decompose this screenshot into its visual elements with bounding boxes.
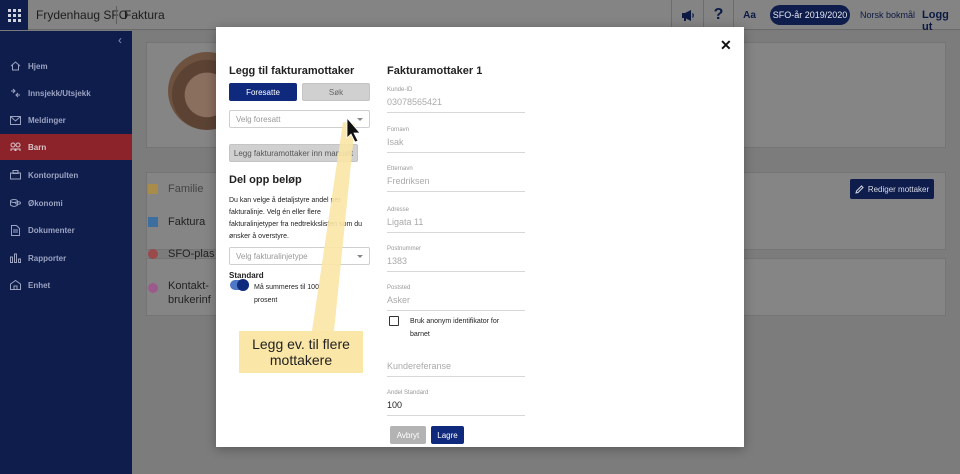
- sidebar-item-dokumenter[interactable]: Dokumenter: [0, 217, 132, 243]
- standard-toggle[interactable]: [230, 279, 249, 291]
- app-grid-button[interactable]: [0, 0, 28, 30]
- row-sfo-plass[interactable]: SFO-plas: [148, 238, 218, 270]
- sidebar-item-label: Dokumenter: [28, 225, 75, 235]
- close-icon[interactable]: ✕: [720, 37, 732, 54]
- customer-id-field[interactable]: 03078565421: [387, 97, 525, 113]
- megaphone-icon: [681, 9, 694, 21]
- mail-icon: [9, 114, 21, 126]
- guardian-select[interactable]: Velg foresatt: [229, 110, 370, 128]
- city-label: Poststed: [387, 285, 411, 291]
- row-familie[interactable]: Familie: [148, 173, 218, 205]
- customer-reference-input[interactable]: Kundereferanse: [387, 361, 525, 377]
- sidebar-item-hjem[interactable]: Hjem: [0, 53, 132, 79]
- sidebar-item-meldinger[interactable]: Meldinger: [0, 107, 132, 133]
- recipient-title: Fakturamottaker 1: [387, 65, 483, 77]
- invoice-icon: [148, 217, 158, 227]
- sidebar-item-label: Innsjekk/Utsjekk: [28, 88, 91, 98]
- language-selector[interactable]: Norsk bokmål: [860, 10, 915, 20]
- page-title: Faktura: [124, 8, 165, 22]
- document-icon: [9, 224, 21, 236]
- checkin-icon: [9, 87, 21, 99]
- sidebar-item-label: Enhet: [28, 280, 51, 290]
- title-divider: [116, 6, 117, 24]
- app-title: Frydenhaug SFO: [36, 8, 129, 22]
- report-icon: [9, 252, 21, 264]
- first-name-field[interactable]: Isak: [387, 137, 525, 153]
- sidebar-item-label: Barn: [28, 142, 47, 152]
- invoice-line-type-select[interactable]: Velg fakturalinjetype: [229, 247, 370, 265]
- last-name-label: Etternavn: [387, 166, 413, 172]
- font-size-button[interactable]: Aa: [733, 0, 765, 30]
- share-field[interactable]: 100: [387, 400, 525, 416]
- tab-search[interactable]: Søk: [302, 83, 370, 101]
- sidebar-item-innsjekk[interactable]: Innsjekk/Utsjekk: [0, 80, 132, 106]
- grid-icon: [7, 8, 21, 22]
- chevron-down-icon: [357, 118, 363, 121]
- sidebar: ‹ Hjem Innsjekk/Utsjekk Meldinger Barn K…: [0, 31, 132, 474]
- first-name-label: Fornavn: [387, 127, 410, 133]
- annotation-callout: Legg ev. til flere mottakere: [239, 331, 363, 373]
- standard-label: Standard: [229, 271, 264, 280]
- tab-guardians[interactable]: Foresatte: [229, 83, 297, 101]
- sidebar-item-label: Økonomi: [28, 198, 63, 208]
- year-selector[interactable]: SFO-år 2019/2020: [770, 5, 850, 25]
- contact-icon: [148, 283, 158, 293]
- sidebar-item-label: Rapporter: [28, 253, 67, 263]
- help-button[interactable]: ?: [703, 0, 733, 30]
- family-icon: [148, 184, 158, 194]
- address-label: Adresse: [387, 207, 410, 213]
- sidebar-item-label: Hjem: [28, 61, 48, 71]
- save-button[interactable]: Lagre: [431, 426, 464, 444]
- manual-recipient-button[interactable]: Legg fakturamottaker inn manuelt: [229, 144, 358, 162]
- chevron-down-icon: [357, 255, 363, 258]
- row-faktura[interactable]: Faktura: [148, 206, 218, 238]
- address-field[interactable]: Ligata 11: [387, 217, 525, 233]
- pencil-icon: [855, 184, 864, 194]
- placement-icon: [148, 249, 158, 259]
- sidebar-item-label: Meldinger: [28, 115, 66, 125]
- cancel-button[interactable]: Avbryt: [390, 426, 426, 444]
- building-icon: [9, 279, 21, 291]
- sidebar-item-enhet[interactable]: Enhet: [0, 272, 132, 298]
- collapse-sidebar-icon[interactable]: ‹: [118, 33, 122, 47]
- city-field[interactable]: Asker: [387, 295, 525, 311]
- sidebar-item-barn[interactable]: Barn: [0, 134, 132, 160]
- invoice-recipient-modal: ✕ Legg til fakturamottaker Foresatte Søk…: [216, 27, 744, 447]
- desk-icon: [9, 169, 21, 181]
- sidebar-item-kontorpulten[interactable]: Kontorpulten: [0, 162, 132, 188]
- anonymous-id-checkbox[interactable]: [389, 316, 399, 326]
- add-recipient-title: Legg til fakturamottaker: [229, 65, 355, 77]
- edit-recipient-button[interactable]: Rediger mottaker: [850, 179, 934, 199]
- postal-code-label: Postnummer: [387, 246, 422, 252]
- logout-link[interactable]: Logg ut: [922, 9, 960, 33]
- sidebar-item-okonomi[interactable]: Økonomi: [0, 190, 132, 216]
- customer-id-label: Kunde-ID: [387, 87, 413, 93]
- split-amount-title: Del opp beløp: [229, 174, 302, 186]
- sidebar-item-label: Kontorpulten: [28, 170, 79, 180]
- announcement-button[interactable]: [671, 0, 703, 30]
- home-icon: [9, 60, 21, 72]
- share-label: Andel Standard: [387, 390, 429, 396]
- children-icon: [9, 141, 21, 153]
- standard-hint: Må summeres til 100 prosent: [254, 284, 319, 304]
- sidebar-item-rapporter[interactable]: Rapporter: [0, 245, 132, 271]
- row-kontakt[interactable]: Kontakt- brukerinf: [148, 279, 218, 309]
- postal-code-field[interactable]: 1383: [387, 256, 525, 272]
- anonymous-id-label: Bruk anonym identifikator for barnet: [410, 318, 500, 338]
- coins-icon: [9, 197, 21, 209]
- top-bar: Frydenhaug SFO Faktura ? Aa SFO-år 2019/…: [0, 0, 960, 33]
- split-description: Du kan velge å detaljstyre andel per fak…: [229, 197, 363, 240]
- last-name-field[interactable]: Fredriksen: [387, 176, 525, 192]
